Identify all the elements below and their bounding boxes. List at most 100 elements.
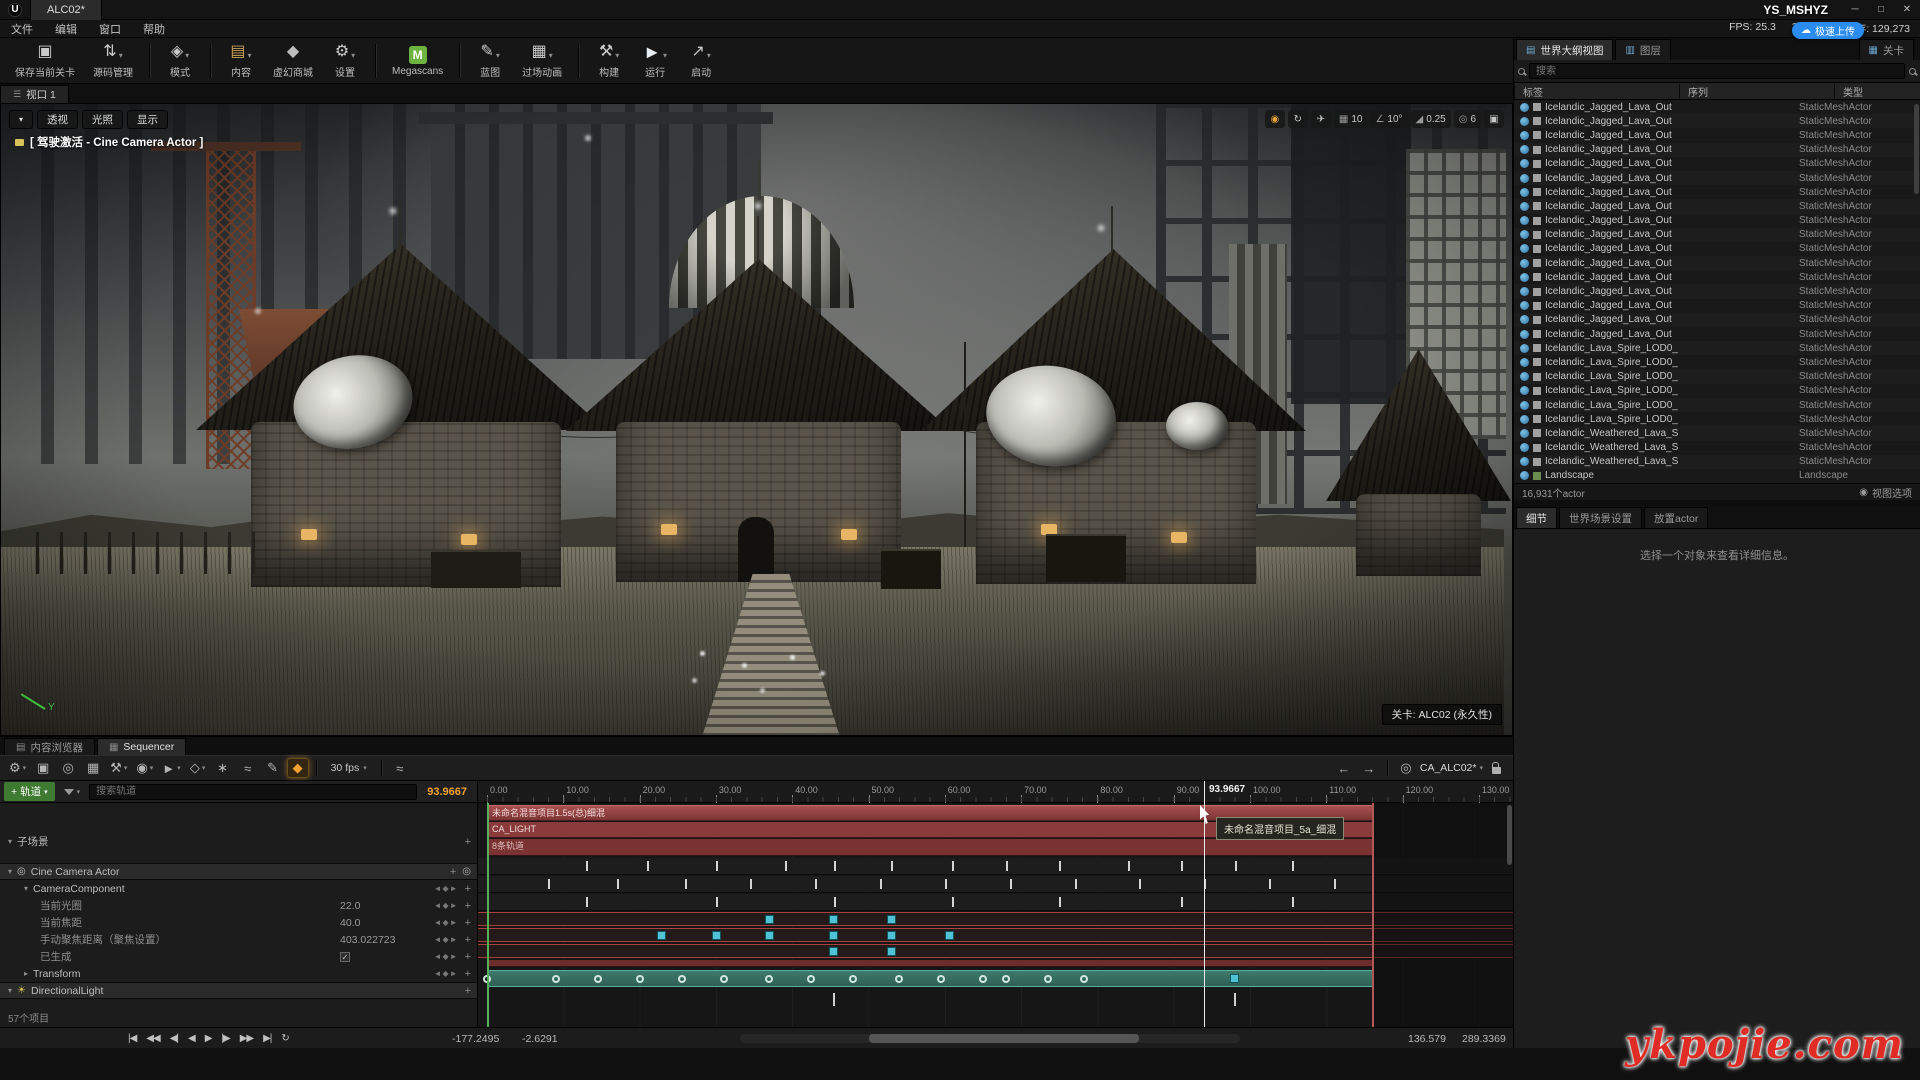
add-section-icon[interactable]: + [450, 866, 456, 878]
keyframe-cyan[interactable] [712, 931, 721, 940]
tab-sequencer[interactable]: ▦ Sequencer [97, 738, 186, 755]
keyframe-tick[interactable] [834, 861, 836, 871]
outliner-row[interactable]: Icelandic_Jagged_Lava_OutStaticMeshActor [1514, 270, 1920, 284]
chevron-icon[interactable]: ▾ [8, 837, 12, 846]
checkbox-checked[interactable]: ✓ [340, 952, 350, 962]
outliner-row[interactable]: Icelandic_Lava_Spire_LOD0_StaticMeshActo… [1514, 355, 1920, 369]
toolbar-button-modes[interactable]: ◈▾模式 [157, 39, 203, 83]
keyframe-tick[interactable] [1075, 879, 1077, 889]
visibility-eye-icon[interactable] [1520, 174, 1529, 183]
add-section-icon[interactable]: + [465, 934, 471, 946]
grid-snap-control[interactable]: ▦ 10 [1334, 110, 1368, 128]
keyframe-tick[interactable] [833, 993, 835, 1006]
search-tracks-input[interactable] [89, 784, 417, 800]
keyframe-tick[interactable] [617, 879, 619, 889]
visibility-eye-icon[interactable] [1520, 273, 1529, 282]
toolbar-button-megascans[interactable]: MMegascans [383, 39, 452, 83]
viewport[interactable]: ▾ 透视 光照 显示 ◉ ↻ ✈ ▦ 10 ∠ 10° ◢ 0.25 ◎ 6 [0, 103, 1513, 736]
game-controller-icon[interactable]: ◉ [1265, 110, 1285, 128]
maximize-button[interactable]: □ [1868, 0, 1894, 20]
rotation-snap-control[interactable]: ∠ 10° [1370, 110, 1407, 128]
viewport-options-dropdown[interactable]: ▾ [9, 110, 33, 129]
keyframe-tick[interactable] [548, 879, 550, 889]
keyframe-circle[interactable] [552, 975, 560, 983]
outliner-row[interactable]: Icelandic_Jagged_Lava_OutStaticMeshActor [1514, 256, 1920, 270]
visibility-eye-icon[interactable] [1520, 315, 1529, 324]
toolbar-button-cinematics[interactable]: ▦▾过场动画 [513, 39, 571, 83]
keyframe-nav-icons[interactable]: ◄◆► [434, 935, 459, 944]
keyframe-nav-icons[interactable]: ◄◆► [434, 918, 459, 927]
sequence-name[interactable]: CA_ALC02* [1420, 762, 1477, 774]
keyframe-circle[interactable] [1080, 975, 1088, 983]
outliner-row[interactable]: Icelandic_Jagged_Lava_OutStaticMeshActor [1514, 327, 1920, 341]
keyframe-tick[interactable] [1292, 861, 1294, 871]
track-row-prop[interactable]: 当前光圈22.0◄◆►+ [0, 897, 477, 914]
teal-track-section[interactable] [487, 970, 1372, 987]
keyframe-cyan[interactable] [765, 931, 774, 940]
show-dropdown[interactable]: 显示 [127, 110, 168, 129]
track-row-prop[interactable]: 手动聚焦距离（聚焦设置）403.022723◄◆►+ [0, 931, 477, 948]
keyframe-circle[interactable] [807, 975, 815, 983]
keyframe-tick[interactable] [586, 897, 588, 907]
upload-badge[interactable]: ☁ 极速上传 [1792, 22, 1864, 39]
filter-button[interactable]: ▾ [59, 788, 86, 796]
lit-mode-dropdown[interactable]: 光照 [82, 110, 123, 129]
navigate-forward-icon[interactable]: → [1358, 758, 1380, 778]
visibility-eye-icon[interactable] [1520, 287, 1529, 296]
track-row-camera[interactable]: ▾◎Cine Camera Actor+◎ [0, 863, 477, 880]
keyframe-tick[interactable] [815, 879, 817, 889]
transport-frame-back[interactable]: ◀| [170, 1033, 178, 1044]
toolbar-button-play[interactable]: ►▾运行 [632, 39, 678, 83]
outliner-row[interactable]: Icelandic_Lava_Spire_LOD0_StaticMeshActo… [1514, 341, 1920, 355]
keyframe-tick[interactable] [647, 861, 649, 871]
pen-icon[interactable]: ✎ [262, 758, 284, 778]
keyframe-tick[interactable] [1128, 861, 1130, 871]
toolbar-button-build[interactable]: ⚒▾构建 [586, 39, 632, 83]
transport-jump-to-end[interactable]: ▶| [263, 1033, 271, 1044]
outliner-row[interactable]: Icelandic_Jagged_Lava_OutStaticMeshActor [1514, 114, 1920, 128]
scale-snap-control[interactable]: ◢ 0.25 [1411, 110, 1451, 128]
add-section-icon[interactable]: + [465, 883, 471, 895]
keyframe-circle[interactable] [720, 975, 728, 983]
clapper-icon[interactable]: ▦ [82, 758, 104, 778]
column-header-sequence[interactable]: 序列 [1679, 84, 1834, 99]
keyframe-cyan[interactable] [829, 931, 838, 940]
keyframe-tick[interactable] [880, 879, 882, 889]
keyframe-cyan-row[interactable] [478, 912, 1513, 926]
outliner-row[interactable]: Icelandic_Jagged_Lava_OutStaticMeshActor [1514, 284, 1920, 298]
visibility-eye-icon[interactable] [1520, 117, 1529, 126]
timeline-scroll-thumb[interactable] [869, 1034, 1139, 1043]
keyframe-cyan[interactable] [887, 915, 896, 924]
outliner-row[interactable]: Icelandic_Jagged_Lava_OutStaticMeshActor [1514, 157, 1920, 171]
orbit-icon[interactable]: ↻ [1288, 110, 1308, 128]
keyframe-tick[interactable] [1181, 861, 1183, 871]
add-section-icon[interactable]: + [465, 917, 471, 929]
transport-frame-forward[interactable]: |▶ [221, 1033, 229, 1044]
outliner-row[interactable]: Icelandic_Jagged_Lava_OutStaticMeshActor [1514, 143, 1920, 157]
chevron-icon[interactable]: ▾ [8, 986, 12, 995]
visibility-eye-icon[interactable] [1520, 429, 1529, 438]
visibility-eye-icon[interactable] [1520, 188, 1529, 197]
add-section-icon[interactable]: + [465, 968, 471, 980]
collapsed-red-row[interactable] [487, 960, 1372, 967]
visibility-eye-icon[interactable] [1520, 230, 1529, 239]
keyframe-tick[interactable] [1235, 861, 1237, 871]
keyframe-nav-icons[interactable]: ◄◆► [434, 969, 459, 978]
keyframe-tick-row[interactable] [478, 894, 1513, 911]
light-subtracks-section[interactable]: 8条轨道 [487, 839, 1372, 856]
keyframe-tick[interactable] [1059, 861, 1061, 871]
transport-loop[interactable]: ↻ [281, 1033, 288, 1044]
perspective-dropdown[interactable]: 透视 [37, 110, 78, 129]
keyframe-circle[interactable] [765, 975, 773, 983]
keyframe-tick[interactable] [945, 879, 947, 889]
chevron-icon[interactable]: ▸ [24, 969, 28, 978]
menu-item-2[interactable]: 窗口 [88, 21, 132, 37]
outliner-search-input[interactable] [1529, 63, 1905, 79]
current-time-display[interactable]: 93.9667 [421, 786, 473, 798]
keyframe-cyan-row[interactable] [478, 928, 1513, 942]
keyframe-tick[interactable] [716, 861, 718, 871]
view-options-button[interactable]: ◉ 视图选项 [1859, 485, 1912, 500]
visibility-eye-icon[interactable] [1520, 145, 1529, 154]
timeline-ruler[interactable]: 0.0010.0020.0030.0040.0050.0060.0070.008… [478, 781, 1513, 803]
toolbar-button-marketplace[interactable]: ◆虚幻商城 [264, 39, 322, 83]
